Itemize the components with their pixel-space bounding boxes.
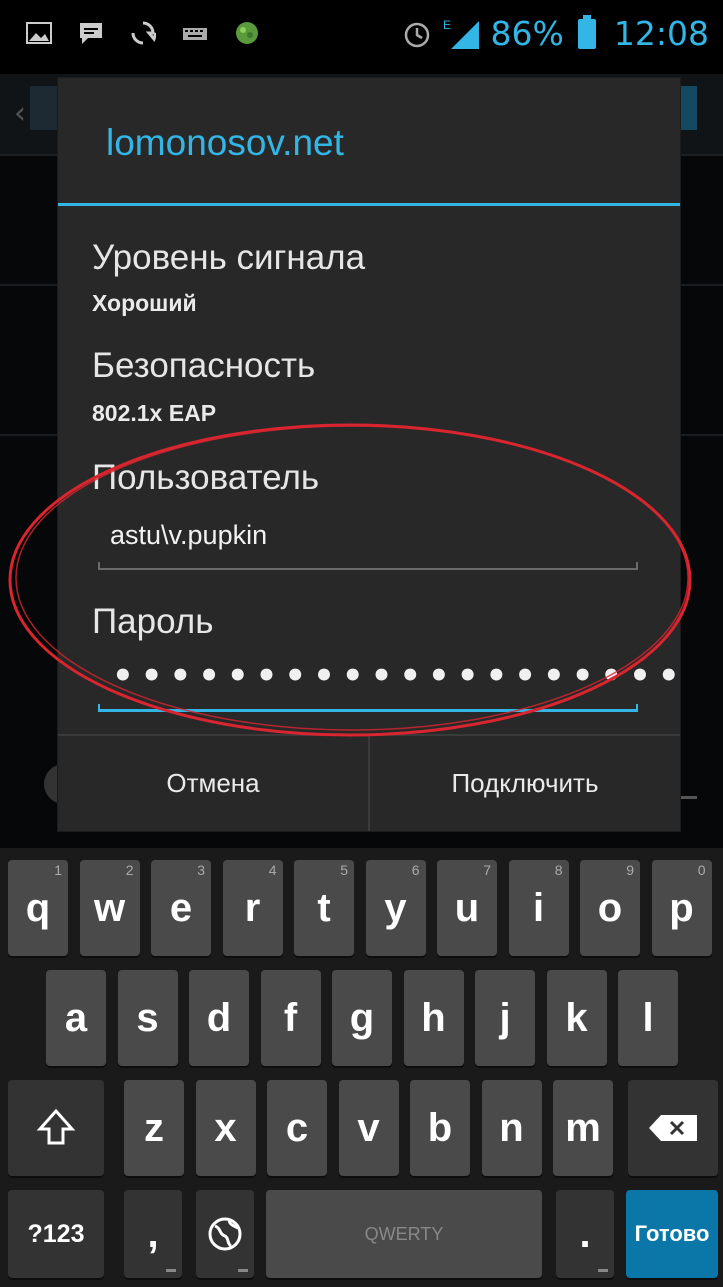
key-v[interactable]: v <box>338 1080 399 1176</box>
key-d[interactable]: d <box>189 970 249 1066</box>
key-r[interactable]: r4 <box>222 860 283 956</box>
key-o[interactable]: o9 <box>580 860 640 956</box>
network-type-label: E <box>443 18 451 32</box>
key-z[interactable]: z <box>124 1080 184 1176</box>
period-label: . <box>579 1211 591 1256</box>
back-chevron-icon: ‹ <box>14 96 26 131</box>
username-field[interactable]: astu\v.pupkin <box>98 514 638 570</box>
key-s[interactable]: s <box>117 970 178 1066</box>
connect-button[interactable]: Подключить <box>370 736 680 831</box>
security-value: 802.1x EAP <box>92 400 217 426</box>
soft-keyboard: q1w2e3r4t5y6u7i8o9p0 asdfghjkl zxcvbnm ?… <box>0 848 723 1287</box>
clock: 12:08 <box>613 14 709 53</box>
username-value: astu\v.pupkin <box>110 520 268 550</box>
status-bar: E 86% 12:08 <box>0 0 723 74</box>
key-k[interactable]: k <box>546 970 607 1066</box>
done-key[interactable]: Готово <box>626 1190 718 1278</box>
signal-strength-label: Уровень сигнала <box>92 238 366 277</box>
key-j[interactable]: j <box>475 970 535 1066</box>
key-f[interactable]: f <box>260 970 321 1066</box>
key-label: w <box>93 885 126 930</box>
keyboard-icon <box>183 28 207 40</box>
key-m[interactable]: m <box>553 1080 613 1176</box>
password-label: Пароль <box>92 602 214 641</box>
key-hint: 5 <box>340 862 348 878</box>
password-underline <box>98 704 638 712</box>
key-label: p <box>669 885 694 930</box>
dialog-title: lomonosov.net <box>106 122 344 163</box>
language-key[interactable] <box>196 1190 254 1278</box>
key-hint: 1 <box>54 862 62 878</box>
username-label: Пользователь <box>92 458 320 497</box>
key-label: e <box>169 885 193 930</box>
shift-icon <box>36 1108 76 1145</box>
battery-icon <box>577 14 596 49</box>
battery-percent: 86% <box>490 14 564 53</box>
notification-icons <box>26 20 260 46</box>
key-hint: 4 <box>268 862 277 878</box>
key-p[interactable]: p0 <box>651 860 712 956</box>
signal-strength-value: Хороший <box>92 290 197 316</box>
key-label: t <box>317 885 331 930</box>
period-key[interactable]: . <box>556 1190 614 1278</box>
wifi-connect-dialog: lomonosov.net Уровень сигнала Хороший Бе… <box>58 78 680 831</box>
key-hint: 6 <box>411 862 420 878</box>
comma-key[interactable]: , <box>124 1190 182 1278</box>
title-divider <box>58 203 680 206</box>
key-hint: 0 <box>697 862 706 878</box>
key-x[interactable]: x <box>195 1080 256 1176</box>
key-e[interactable]: e3 <box>151 860 211 956</box>
key-label: o <box>597 885 623 930</box>
key-label: q <box>25 885 51 930</box>
key-u[interactable]: u7 <box>437 860 497 956</box>
key-q[interactable]: q1 <box>8 860 68 956</box>
backspace-icon <box>649 1115 697 1141</box>
key-w[interactable]: w2 <box>79 860 140 956</box>
status-right: E 86% 12:08 <box>403 14 709 53</box>
security-label: Безопасность <box>92 346 316 385</box>
password-field[interactable]: •••••••••••••••••••• <box>98 656 680 712</box>
key-y[interactable]: y6 <box>365 860 426 956</box>
key-hint: 7 <box>483 862 491 878</box>
key-g[interactable]: g <box>332 970 392 1066</box>
key-label: i <box>532 885 545 930</box>
cancel-button[interactable]: Отмена <box>58 736 368 831</box>
alarm-icon <box>404 22 429 47</box>
key-hint: 3 <box>197 862 205 878</box>
globe-icon <box>208 1217 242 1251</box>
key-t[interactable]: t5 <box>294 860 354 956</box>
shift-key[interactable] <box>8 1080 104 1176</box>
background-app-icon <box>30 86 60 130</box>
key-n[interactable]: n <box>481 1080 542 1176</box>
username-underline <box>98 562 638 570</box>
key-label: r <box>244 885 261 930</box>
background-action-button <box>679 86 697 130</box>
space-key[interactable]: QWERTY <box>266 1190 542 1278</box>
comma-label: , <box>147 1211 159 1256</box>
image-icon <box>26 22 52 44</box>
message-icon <box>80 23 102 44</box>
key-h[interactable]: h <box>403 970 464 1066</box>
key-hint: 9 <box>626 862 634 878</box>
sync-icon <box>131 21 156 45</box>
key-c[interactable]: c <box>267 1080 327 1176</box>
app-icon <box>236 22 258 44</box>
key-label: y <box>384 885 407 930</box>
key-i[interactable]: i8 <box>508 860 569 956</box>
key-label: u <box>454 885 480 930</box>
key-l[interactable]: l <box>618 970 678 1066</box>
signal-icon: E <box>443 18 479 49</box>
key-a[interactable]: a <box>46 970 106 1066</box>
background-dash <box>679 796 697 799</box>
key-b[interactable]: b <box>410 1080 470 1176</box>
password-value: •••••••••••••••••••• <box>112 656 687 696</box>
key-hint: 8 <box>554 862 563 878</box>
key-hint: 2 <box>125 862 134 878</box>
symbols-key[interactable]: ?123 <box>8 1190 104 1278</box>
backspace-key[interactable] <box>628 1080 718 1176</box>
